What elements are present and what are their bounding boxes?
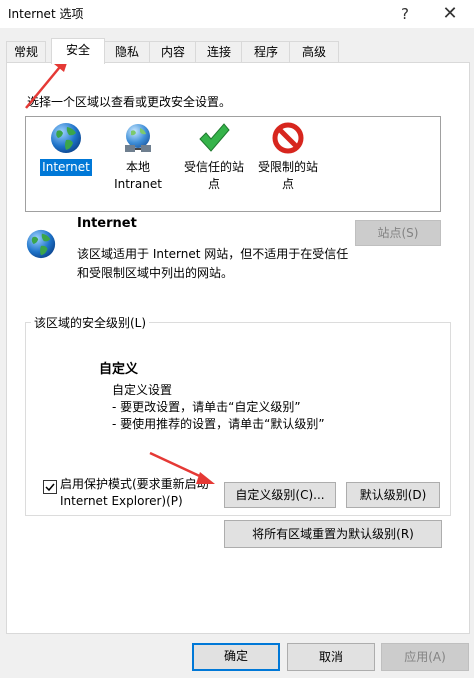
- protected-mode-label-line2: Internet Explorer)(P): [60, 494, 183, 508]
- zone-internet-label: Internet: [40, 159, 92, 176]
- tab-programs[interactable]: 程序: [241, 41, 291, 63]
- apply-button[interactable]: 应用(A): [381, 643, 469, 671]
- zone-info-title: Internet: [77, 216, 137, 231]
- tab-privacy[interactable]: 隐私: [103, 41, 151, 63]
- checkmark-icon: [45, 483, 55, 492]
- protected-mode-checkbox[interactable]: [43, 480, 57, 494]
- security-level-title: 自定义: [99, 362, 139, 377]
- zone-internet[interactable]: Internet: [26, 119, 106, 176]
- zone-restricted-label-2: 点: [281, 177, 294, 191]
- ok-button[interactable]: 确定: [192, 643, 280, 671]
- security-level-group-label: 该区域的安全级别(L): [31, 314, 150, 331]
- security-tab-panel: 选择一个区域以查看或更改安全设置。 Internet 本地 Intranet 受…: [6, 62, 470, 634]
- reset-all-zones-button[interactable]: 将所有区域重置为默认级别(R): [224, 520, 442, 548]
- zone-info-desc-line2: 和受限制区域中列出的网站。: [77, 266, 234, 280]
- security-level-line: 自定义设置: [112, 383, 173, 397]
- protected-mode-label-line1: 启用保护模式(要求重新启动: [60, 477, 209, 491]
- sites-button[interactable]: 站点(S): [355, 220, 441, 246]
- default-level-button[interactable]: 默认级别(D): [346, 482, 440, 508]
- custom-level-button[interactable]: 自定义级别(C)...: [224, 482, 336, 508]
- tab-content[interactable]: 内容: [149, 41, 197, 63]
- zone-intranet-label-1: 本地: [125, 160, 150, 174]
- intranet-globe-icon: [125, 124, 151, 152]
- restricted-icon: [272, 122, 304, 154]
- close-icon[interactable]: ✕: [430, 2, 470, 26]
- zone-local-intranet[interactable]: 本地 Intranet: [98, 119, 178, 193]
- cancel-button[interactable]: 取消: [287, 643, 375, 671]
- checkmark-icon: [199, 123, 230, 152]
- globe-icon: [25, 228, 57, 263]
- protected-mode-label[interactable]: 启用保护模式(要求重新启动 Internet Explorer)(P): [60, 476, 212, 510]
- zone-trusted-label-1: 受信任的站: [183, 160, 244, 174]
- zone-intranet-label-2: Intranet: [114, 177, 162, 191]
- zone-trusted-sites[interactable]: 受信任的站 点: [174, 119, 254, 193]
- help-icon[interactable]: ?: [385, 2, 425, 26]
- zone-restricted-sites[interactable]: 受限制的站 点: [248, 119, 328, 193]
- globe-icon: [51, 123, 81, 153]
- security-level-line: - 要更改设置，请单击“自定义级别”: [112, 400, 301, 414]
- tab-advanced[interactable]: 高级: [289, 41, 339, 63]
- window-title: Internet 选项: [8, 7, 84, 21]
- security-level-line: - 要使用推荐的设置，请单击“默认级别”: [112, 417, 325, 431]
- tab-security[interactable]: 安全: [51, 38, 105, 64]
- tab-connections[interactable]: 连接: [195, 41, 243, 63]
- title-bar: Internet 选项 ? ✕: [0, 0, 474, 28]
- zone-instruction: 选择一个区域以查看或更改安全设置。: [27, 95, 232, 109]
- zone-info-desc-line1: 该区域适用于 Internet 网站，但不适用于在受信任: [77, 247, 349, 261]
- zone-restricted-label-1: 受限制的站: [257, 160, 318, 174]
- zone-info-description: 该区域适用于 Internet 网站，但不适用于在受信任 和受限制区域中列出的网…: [77, 245, 367, 283]
- zone-trusted-label-2: 点: [207, 177, 220, 191]
- tab-general[interactable]: 常规: [6, 41, 46, 63]
- security-level-description: 自定义设置 - 要更改设置，请单击“自定义级别” - 要使用推荐的设置，请单击“…: [112, 382, 325, 433]
- zone-list[interactable]: Internet 本地 Intranet 受信任的站 点 受限制的站 点: [25, 116, 441, 212]
